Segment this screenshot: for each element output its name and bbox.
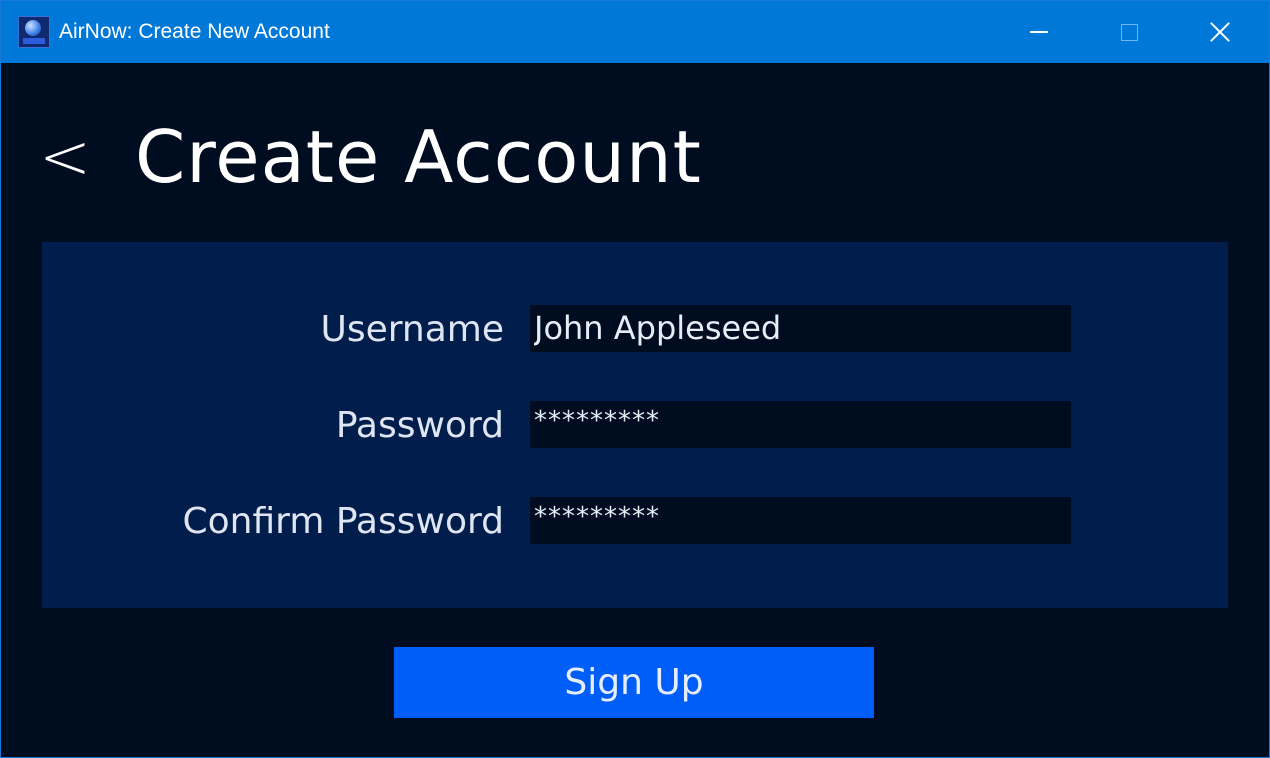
globe-icon — [25, 20, 41, 36]
confirm-password-input[interactable] — [530, 497, 1071, 544]
window-title: AirNow: Create New Account — [59, 20, 330, 43]
maximize-button[interactable] — [1084, 1, 1174, 63]
app-window: AirNow: Create New Account < Create Acco… — [0, 0, 1270, 758]
password-label: Password — [335, 405, 504, 446]
app-logo-icon — [18, 16, 50, 48]
username-label: Username — [320, 309, 504, 350]
page-title: Create Account — [135, 115, 702, 199]
close-button[interactable] — [1175, 1, 1265, 63]
back-button[interactable]: < — [39, 121, 99, 193]
account-form-panel: Username Password Confirm Password — [42, 242, 1228, 608]
password-input[interactable] — [530, 401, 1071, 448]
sign-up-button[interactable]: Sign Up — [394, 647, 874, 718]
maximize-icon — [1120, 23, 1138, 41]
username-input[interactable] — [530, 305, 1071, 352]
close-icon — [1209, 21, 1231, 43]
minimize-button[interactable] — [994, 1, 1084, 63]
minimize-icon — [1030, 31, 1048, 33]
title-bar[interactable]: AirNow: Create New Account — [1, 1, 1269, 63]
confirm-password-label: Confirm Password — [182, 501, 505, 542]
